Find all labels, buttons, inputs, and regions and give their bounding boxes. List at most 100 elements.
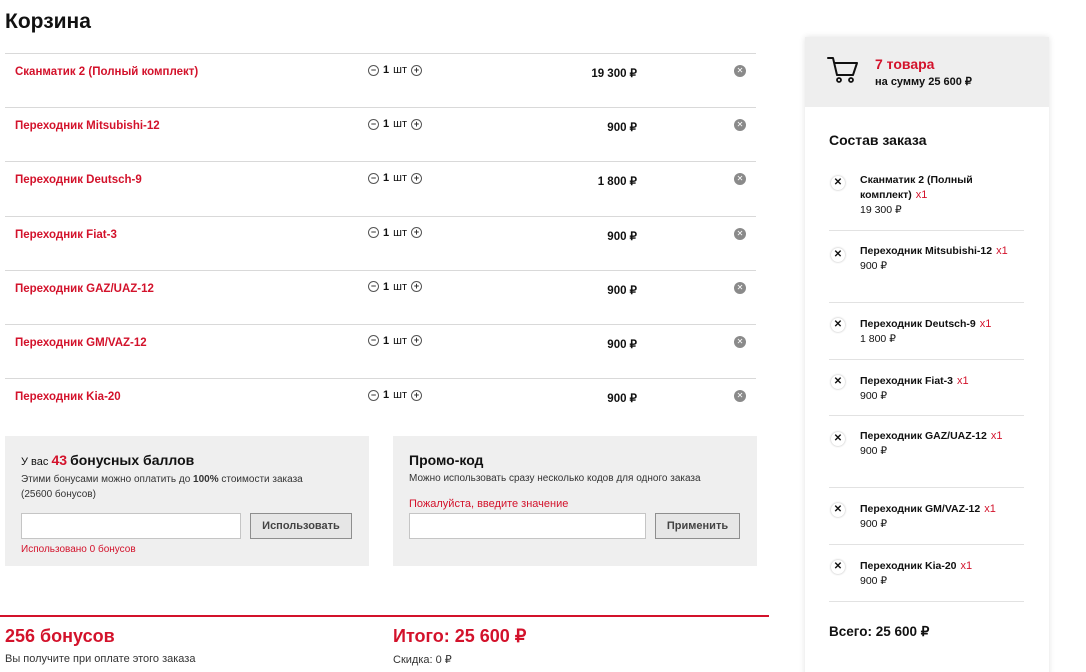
plus-icon[interactable]: + <box>411 64 422 76</box>
apply-promo-button[interactable]: Применить <box>655 513 740 539</box>
bonus-prefix: У вас <box>21 456 49 468</box>
bonus-earned-note: Вы получите при оплате этого заказа <box>5 653 196 665</box>
cart-item-name[interactable]: Переходник Mitsubishi-12 <box>15 120 160 132</box>
cart-row: Переходник GM/VAZ-12 − 1 шт + 900 ₽ ✕ <box>5 323 756 378</box>
minus-icon[interactable]: − <box>368 118 379 130</box>
quantity-value: 1 <box>383 334 390 347</box>
sidebar-item-mult: x1 <box>996 245 1008 257</box>
plus-icon[interactable]: + <box>411 335 422 347</box>
cart-item-price: 900 ₽ <box>607 230 637 243</box>
cart-item-name[interactable]: Сканматик 2 (Полный комплект) <box>15 66 198 78</box>
plus-icon[interactable]: + <box>411 389 422 401</box>
cart-item-name[interactable]: Переходник Deutsch-9 <box>15 174 142 186</box>
cart-item-price: 900 ₽ <box>607 284 637 297</box>
quantity-unit: шт <box>393 64 407 76</box>
page-title: Корзина <box>5 10 91 33</box>
cart-row: Сканматик 2 (Полный комплект) − 1 шт + 1… <box>5 53 756 107</box>
cart-row: Переходник GAZ/UAZ-12 − 1 шт + 900 ₽ ✕ <box>5 269 756 324</box>
close-icon[interactable]: ✕ <box>831 176 845 190</box>
quantity-value: 1 <box>383 280 390 293</box>
quantity-unit: шт <box>393 334 407 347</box>
sidebar-item-mult: x1 <box>957 375 969 387</box>
plus-icon[interactable]: + <box>411 118 422 130</box>
minus-icon[interactable]: − <box>368 64 379 76</box>
promo-description: Можно использовать сразу несколько кодов… <box>409 473 701 484</box>
cart-item-price: 900 ₽ <box>607 338 637 351</box>
bonus-panel: У вас 43 бонусных баллов Этими бонусами … <box>5 436 369 566</box>
remove-icon[interactable]: ✕ <box>734 119 746 132</box>
quantity-value: 1 <box>383 226 390 239</box>
promo-panel: Промо-код Можно использовать сразу неско… <box>393 436 757 566</box>
sidebar-item-text: Переходник GM/VAZ-12 x1 900 ₽ <box>860 502 1010 532</box>
promo-title: Промо-код <box>409 452 484 468</box>
remove-icon[interactable]: ✕ <box>734 281 746 294</box>
list-item: ✕ Переходник Mitsubishi-12 x1 900 ₽ <box>829 231 1024 303</box>
close-icon[interactable]: ✕ <box>831 248 845 262</box>
sidebar-item-text: Переходник Fiat-3 x1 900 ₽ <box>860 374 1010 404</box>
quantity-unit: шт <box>393 172 407 185</box>
quantity-unit: шт <box>393 226 407 239</box>
sidebar-item-price: 1 800 ₽ <box>860 333 896 345</box>
cart-item-name[interactable]: Переходник Kia-20 <box>15 391 121 403</box>
promo-input[interactable] <box>409 513 646 539</box>
quantity-stepper: − 1 шт + <box>368 281 422 293</box>
sidebar-item-name: Переходник GM/VAZ-12 <box>860 503 981 515</box>
sidebar-item-mult: x1 <box>960 560 973 572</box>
remove-icon[interactable]: ✕ <box>734 173 746 186</box>
promo-error: Пожалуйста, введите значение <box>409 498 569 510</box>
remove-icon[interactable]: ✕ <box>734 65 746 77</box>
close-icon[interactable]: ✕ <box>831 560 845 574</box>
quantity-value: 1 <box>383 389 390 402</box>
sidebar-item-price: 900 ₽ <box>860 390 888 402</box>
sidebar-item-count: 7 товара <box>875 56 935 72</box>
plus-icon[interactable]: + <box>411 281 422 293</box>
bonus-input[interactable] <box>21 513 241 539</box>
sidebar-items: ✕ Сканматик 2 (Полный комплект) x1 19 300… <box>829 165 1024 602</box>
close-icon[interactable]: ✕ <box>831 375 845 389</box>
quantity-stepper: − 1 шт + <box>368 389 422 401</box>
sidebar-item-name: Переходник Deutsch-9 <box>860 318 976 330</box>
list-item: ✕ Переходник GM/VAZ-12 x1 900 ₽ <box>829 488 1024 545</box>
sidebar-item-price: 900 ₽ <box>860 518 888 530</box>
cart-item-name[interactable]: Переходник Fiat-3 <box>15 229 117 241</box>
sidebar-item-text: Сканматик 2 (Полный комплект) x1 19 300 ₽ <box>860 173 1010 218</box>
minus-icon[interactable]: − <box>368 172 379 184</box>
remove-icon[interactable]: ✕ <box>734 390 746 403</box>
remove-icon[interactable]: ✕ <box>734 335 746 348</box>
sidebar-item-name: Переходник Mitsubishi-12 <box>860 245 993 257</box>
bonus-earned: 256 бонусов <box>5 626 115 646</box>
minus-icon[interactable]: − <box>368 389 379 401</box>
cart-item-price: 900 ₽ <box>607 393 637 406</box>
cart-item-name[interactable]: Переходник GM/VAZ-12 <box>15 337 147 349</box>
quantity-value: 1 <box>383 172 390 185</box>
plus-icon[interactable]: + <box>411 172 422 184</box>
sidebar-title: Состав заказа <box>829 132 927 148</box>
sidebar-item-name: Переходник GAZ/UAZ-12 <box>860 430 987 442</box>
bonus-points: 43 <box>51 452 68 468</box>
minus-icon[interactable]: − <box>368 335 379 347</box>
use-bonus-button[interactable]: Использовать <box>250 513 352 539</box>
bonus-desc-text-2: стоимости заказа <box>221 474 303 485</box>
close-icon[interactable]: ✕ <box>831 503 845 517</box>
plus-icon[interactable]: + <box>411 227 422 239</box>
close-icon[interactable]: ✕ <box>831 318 845 332</box>
sidebar-item-text: Переходник GAZ/UAZ-12 x1 900 ₽ <box>860 429 1010 459</box>
list-item: ✕ Сканматик 2 (Полный комплект) x1 19 300… <box>829 165 1024 231</box>
quantity-value: 1 <box>383 118 390 131</box>
sidebar-item-name: Переходник Fiat-3 <box>860 375 953 387</box>
list-item: ✕ Переходник Kia-20 x1 900 ₽ <box>829 545 1024 602</box>
remove-icon[interactable]: ✕ <box>734 227 746 240</box>
sidebar-item-price: 900 ₽ <box>860 445 888 457</box>
bonus-desc-amount: (25600 бонусов) <box>21 489 96 500</box>
order-total: Итого: 25 600 ₽ <box>393 626 527 646</box>
sidebar-item-price: 900 ₽ <box>860 575 888 587</box>
close-icon[interactable]: ✕ <box>831 432 845 446</box>
cart-list: Сканматик 2 (Полный комплект) − 1 шт + 1… <box>5 53 756 432</box>
quantity-value: 1 <box>383 64 390 76</box>
minus-icon[interactable]: − <box>368 281 379 293</box>
sidebar-total: Всего: 25 600 ₽ <box>829 624 930 639</box>
cart-item-name[interactable]: Переходник GAZ/UAZ-12 <box>15 283 154 295</box>
sidebar-item-mult: x1 <box>979 318 992 330</box>
minus-icon[interactable]: − <box>368 227 379 239</box>
sidebar-item-mult: x1 <box>915 189 928 201</box>
